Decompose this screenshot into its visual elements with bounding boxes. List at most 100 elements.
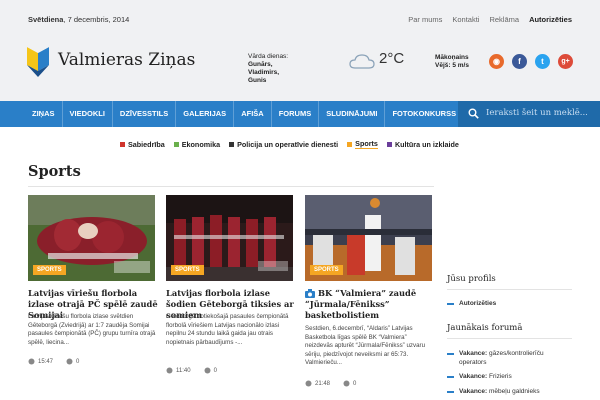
article-card: SPORTS Latvijas vīriešu florbola izlase …: [28, 195, 158, 365]
rss-icon[interactable]: ◉: [489, 54, 504, 69]
nameday-name: Gunis: [248, 77, 267, 84]
wind-speed: Vējš: 5 m/s: [435, 62, 469, 69]
nameday-name: Vladimirs,: [248, 69, 280, 76]
category-marker-icon: [120, 141, 125, 147]
namedays: Vārda dienas: Gunārs, Vladimirs, Gunis: [248, 53, 288, 85]
about-link[interactable]: Par mums: [408, 15, 442, 24]
divider: [447, 338, 572, 339]
weather-condition: Mākoņains: [435, 54, 469, 61]
forum-item[interactable]: Vakance: Frizieris: [447, 373, 572, 382]
search-input[interactable]: Ieraksti šeit un meklē...: [458, 101, 600, 127]
sidebar-login-label: Autorizēties: [459, 300, 497, 307]
search-icon[interactable]: [468, 108, 479, 119]
dash-icon: [447, 376, 454, 378]
subnav-label: Sports: [355, 139, 378, 149]
article-image[interactable]: SPORTS: [166, 195, 293, 281]
subnav-label: Policija un operatīvie dienesti: [237, 139, 339, 149]
weather-info: Mākoņains Vējš: 5 m/s: [435, 54, 469, 70]
category-subnav: Sabiedrība Ekonomika Policija un operatī…: [120, 139, 459, 149]
site-logo-icon[interactable]: [27, 47, 49, 77]
page-title: Sports: [28, 163, 81, 180]
category-tag[interactable]: SPORTS: [33, 265, 66, 275]
subnav-item-ekonomika[interactable]: Ekonomika: [173, 139, 220, 149]
profile-heading: Jūsu profils: [447, 274, 496, 284]
site-name[interactable]: Valmieras Ziņas: [58, 50, 195, 70]
forum-item[interactable]: Vakance: mēbeļu galdnieks: [447, 388, 572, 397]
forum-item-label: Vakance:: [459, 373, 488, 380]
current-date: Svētdiena, 7 decembris, 2014: [28, 15, 129, 24]
category-tag[interactable]: SPORTS: [171, 265, 204, 275]
nav-item-zinas[interactable]: ZIŅAS: [26, 101, 63, 127]
login-link[interactable]: Autorizēties: [529, 15, 572, 24]
forum-item-text: mēbeļu galdnieks: [489, 388, 540, 395]
main-nav: ZIŅAS VIEDOKLI DZĪVESSTILS GALERIJAS AFI…: [0, 101, 600, 127]
contacts-link[interactable]: Kontakti: [452, 15, 479, 24]
article-meta: 21:48 0: [305, 380, 356, 387]
article-excerpt: Latvijas vīriešu florbola izlase svētdie…: [28, 313, 156, 346]
subnav-label: Kultūra un izklaide: [394, 139, 459, 149]
divider: [447, 289, 572, 290]
top-links: Par mums Kontakti Reklāma Autorizēties: [408, 15, 572, 24]
camera-icon: [305, 289, 315, 298]
category-marker-icon: [173, 141, 179, 147]
advertising-link[interactable]: Reklāma: [489, 15, 519, 24]
subnav-item-sabiedriba[interactable]: Sabiedrība: [120, 139, 165, 149]
nav-item-afisa[interactable]: AFIŠA: [234, 101, 272, 127]
cloud-icon: [349, 54, 375, 69]
dash-icon: [447, 353, 454, 355]
nav-item-forums[interactable]: FORUMS: [272, 101, 320, 127]
category-marker-icon: [347, 141, 353, 147]
date-text: , 7 decembris, 2014: [63, 15, 130, 24]
article-card: SPORTS Latvijas florbola izlase šodien G…: [166, 195, 294, 374]
search-placeholder: Ieraksti šeit un meklē...: [486, 108, 588, 118]
facebook-icon[interactable]: f: [512, 54, 527, 69]
nav-items: ZIŅAS VIEDOKLI DZĪVESSTILS GALERIJAS AFI…: [26, 101, 465, 127]
comment-icon: [204, 367, 211, 374]
forum-item-text: Frizieris: [489, 373, 512, 380]
nav-item-galerijas[interactable]: GALERIJAS: [176, 101, 235, 127]
dash-icon: [447, 391, 454, 393]
category-tag[interactable]: SPORTS: [310, 265, 343, 275]
article-image[interactable]: SPORTS: [28, 195, 155, 281]
nav-item-fotokonkurss[interactable]: FOTOKONKURSS: [385, 101, 465, 127]
nameday-name: Gunārs,: [248, 61, 273, 68]
comment-icon: [66, 358, 73, 365]
nav-item-viedokli[interactable]: VIEDOKLI: [63, 101, 113, 127]
article-image[interactable]: SPORTS: [305, 195, 432, 281]
subnav-label: Sabiedrība: [128, 139, 165, 149]
article-excerpt: Sestdien, 6.decembrī, “Aldaris” Latvijas…: [305, 325, 426, 367]
comment-icon: [343, 380, 350, 387]
subnav-item-kultura[interactable]: Kultūra un izklaide: [386, 139, 459, 149]
subnav-item-sports[interactable]: Sports: [347, 139, 378, 149]
category-marker-icon: [386, 141, 392, 147]
forum-item-label: Vakance:: [459, 350, 488, 357]
comment-count[interactable]: 0: [353, 381, 356, 387]
forum-item-label: Vakance:: [459, 388, 488, 395]
clock-icon: [305, 380, 312, 387]
forum-heading: Jaunākais forumā: [447, 323, 523, 333]
temperature: 2°C: [379, 50, 405, 67]
article-time: 21:48: [315, 380, 331, 387]
subnav-item-policija[interactable]: Policija un operatīvie dienesti: [229, 139, 338, 149]
forum-item[interactable]: Vakance: gāzes/kontrolierīču operators: [447, 350, 572, 367]
article-meta: 15:47 0: [28, 358, 79, 365]
article-excerpt: Gēteborgā notiekošajā pasaules čempionāt…: [166, 313, 289, 346]
comment-count[interactable]: 0: [214, 368, 217, 374]
divider: [28, 186, 434, 187]
twitter-icon[interactable]: t: [535, 54, 550, 69]
top-bar: Svētdiena, 7 decembris, 2014 Par mums Ko…: [0, 0, 600, 40]
sidebar-login-link[interactable]: Autorizēties: [447, 300, 496, 309]
clock-icon: [28, 358, 35, 365]
comment-count[interactable]: 0: [76, 359, 79, 365]
date-day: Svētdiena: [28, 15, 64, 24]
site-header: Valmieras Ziņas Vārda dienas: Gunārs, Vl…: [0, 40, 600, 101]
article-meta: 11:40 0: [166, 367, 217, 374]
article-title[interactable]: BK “Valmiera” zaudē “Jūrmala/Fēnikss” ba…: [305, 288, 435, 321]
article-time: 15:47: [38, 358, 54, 365]
category-marker-icon: [229, 141, 235, 147]
nav-item-sludinajumi[interactable]: SLUDINĀJUMI: [319, 101, 386, 127]
article-card: SPORTS BK “Valmiera” zaudē “Jūrmala/Fēni…: [305, 195, 432, 387]
nav-item-dzivesstils[interactable]: DZĪVESSTILS: [113, 101, 177, 127]
namedays-title: Vārda dienas:: [248, 53, 289, 60]
google-plus-icon[interactable]: g+: [558, 54, 573, 69]
